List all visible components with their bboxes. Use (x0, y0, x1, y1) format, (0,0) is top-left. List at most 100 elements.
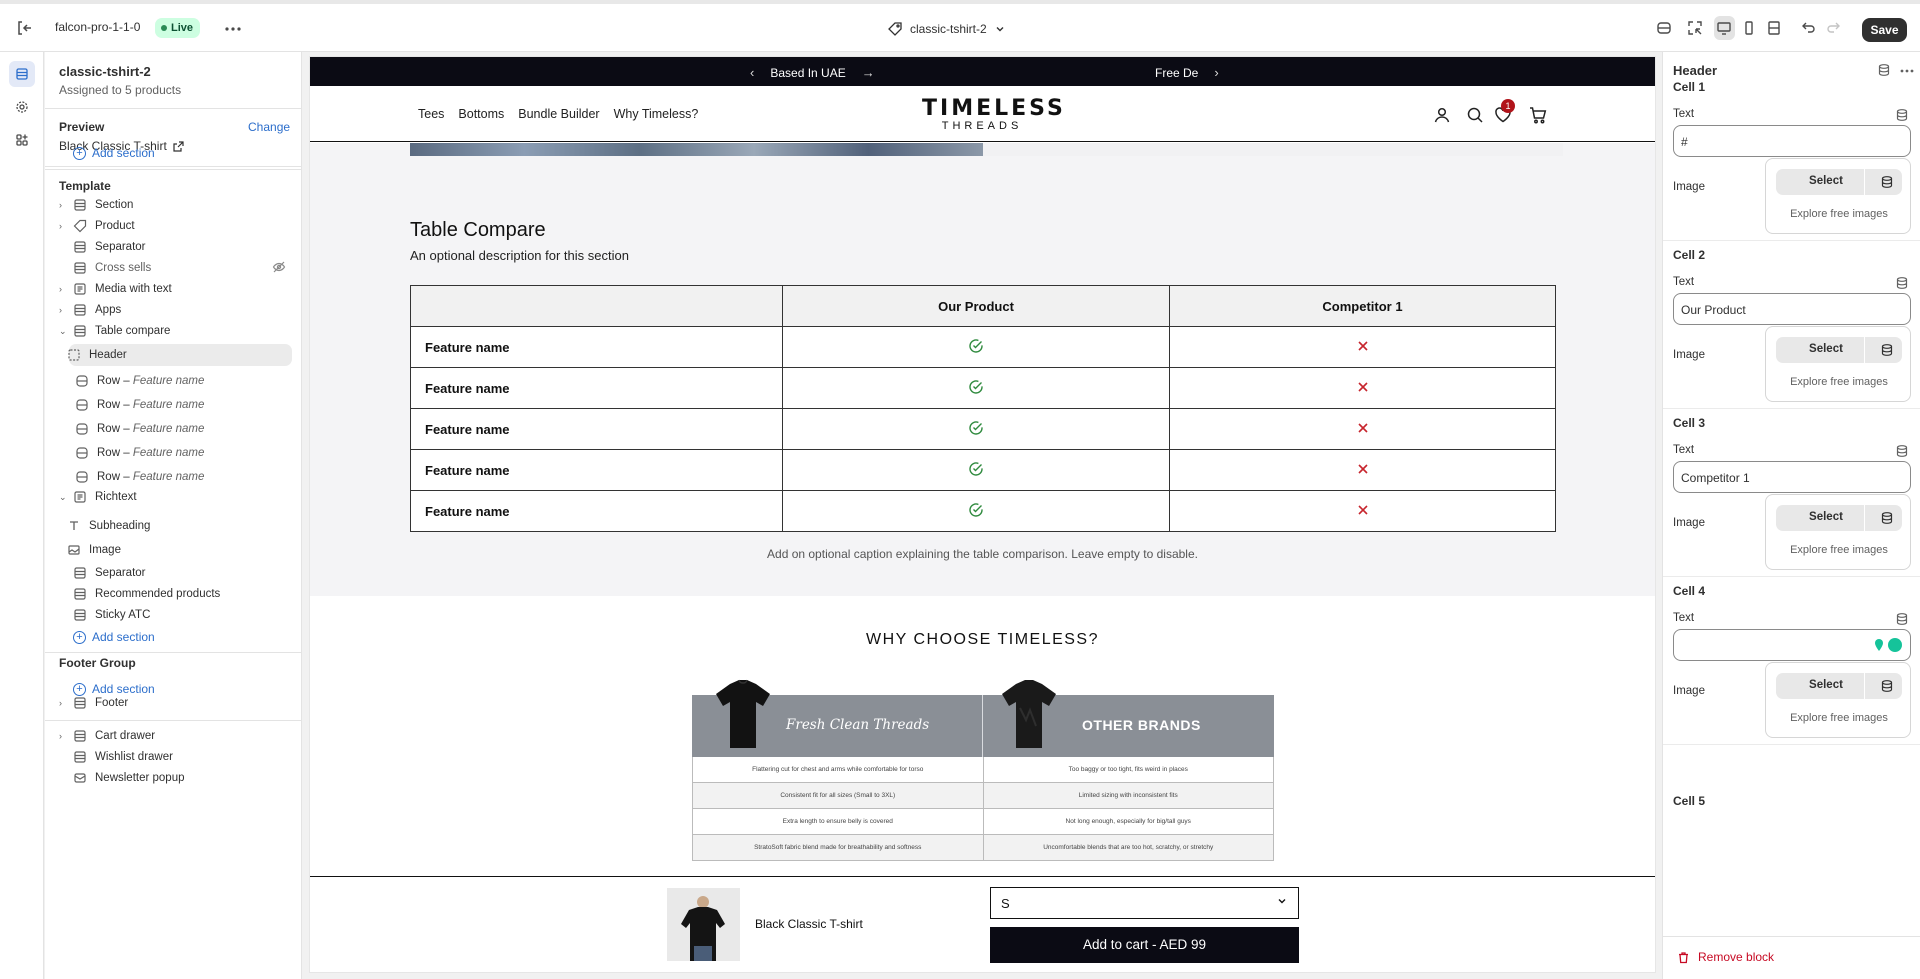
chevron-right-icon[interactable]: › (59, 731, 69, 741)
chevron-right-icon[interactable]: › (59, 305, 69, 315)
section-description: An optional description for this section (410, 248, 629, 263)
tree-item-cart-drawer[interactable]: › Cart drawer (45, 725, 301, 747)
sticky-add-to-cart: Black Classic T-shirt S Add to cart - AE… (310, 876, 1655, 972)
text-input[interactable] (1673, 629, 1911, 661)
tree-item-subheading[interactable]: Subheading (45, 515, 301, 537)
template-title: classic-tshirt-2 (59, 64, 151, 79)
tree-item-row[interactable]: Row – Feature name (45, 394, 301, 416)
store-logo[interactable]: TIMELESS THREADS (922, 96, 1063, 132)
template-selector[interactable]: classic-tshirt-2 (888, 19, 1005, 39)
tree-item-sticky-atc[interactable]: Sticky ATC (45, 604, 301, 626)
account-icon[interactable] (1432, 105, 1452, 125)
section-icon (73, 696, 87, 710)
tree-item-image[interactable]: Image (45, 539, 301, 561)
select-image-button[interactable]: Select (1776, 169, 1902, 195)
nav-link-tees[interactable]: Tees (418, 107, 444, 121)
more-actions-icon[interactable] (1899, 63, 1915, 79)
location-pin-icon[interactable] (1874, 638, 1884, 652)
top-bar: falcon-pro-1-1-0 Live classic-tshirt-2 S… (0, 0, 1920, 52)
dynamic-source-icon[interactable] (1895, 276, 1909, 290)
dynamic-source-icon[interactable] (1895, 108, 1909, 122)
section-heading: Table Compare (410, 219, 546, 241)
dynamic-source-icon[interactable] (1895, 444, 1909, 458)
exit-icon[interactable] (14, 18, 34, 38)
chevron-right-icon[interactable]: › (59, 698, 69, 708)
tree-item-richtext[interactable]: ⌄ Richtext (45, 486, 301, 508)
settings-gear-icon[interactable] (9, 94, 35, 120)
tree-item-newsletter-popup[interactable]: Newsletter popup (45, 767, 301, 789)
fullwidth-view-icon[interactable] (1763, 16, 1784, 40)
tree-item-apps[interactable]: › Apps (45, 299, 301, 321)
richtext-subheading: WHY CHOOSE TIMELESS? (865, 631, 1099, 648)
redo-icon[interactable] (1824, 18, 1844, 38)
select-image-button[interactable]: Select (1776, 337, 1902, 363)
tree-item-separator[interactable]: Separator (45, 562, 301, 584)
tree-item-row[interactable]: Row – Feature name (45, 442, 301, 464)
close-x-icon (1357, 381, 1368, 392)
text-input[interactable]: Competitor 1 (1673, 461, 1911, 493)
change-preview-link[interactable]: Change (248, 120, 290, 134)
explore-free-images-link[interactable]: Explore free images (1766, 544, 1912, 556)
database-icon[interactable] (1654, 18, 1674, 38)
chevron-right-icon[interactable]: › (59, 200, 69, 210)
tree-item-cross-sells[interactable]: Cross sells (45, 257, 301, 279)
search-icon[interactable] (1465, 105, 1485, 125)
grammarly-icon[interactable] (1888, 638, 1902, 652)
chevron-right-icon[interactable]: › (59, 221, 69, 231)
text-input[interactable]: Our Product (1673, 293, 1911, 325)
chevron-right-icon[interactable]: › (59, 284, 69, 294)
store-name[interactable]: falcon-pro-1-1-0 (55, 20, 140, 34)
text-input[interactable]: # (1673, 125, 1911, 157)
tree-item-table-compare[interactable]: ⌄ Table compare (45, 320, 301, 342)
tree-item-separator[interactable]: Separator (45, 236, 301, 258)
explore-free-images-link[interactable]: Explore free images (1766, 376, 1912, 388)
add-section-button[interactable]: + Add section (73, 146, 155, 160)
tree-item-header[interactable]: Header (45, 344, 301, 366)
chevron-right-icon[interactable]: › (1214, 65, 1218, 80)
inspect-icon[interactable] (1685, 18, 1705, 38)
mobile-view-icon[interactable] (1739, 16, 1760, 40)
explore-free-images-link[interactable]: Explore free images (1766, 208, 1912, 220)
save-button[interactable]: Save (1862, 18, 1907, 42)
chevron-down-icon[interactable]: ⌄ (59, 326, 69, 337)
select-image-button[interactable]: Select (1776, 505, 1902, 531)
nav-link-why-timeless[interactable]: Why Timeless? (614, 107, 699, 121)
tree-item-row[interactable]: Row – Feature name (45, 370, 301, 392)
tree-item-product[interactable]: › Product (45, 215, 301, 237)
tree-item-section[interactable]: › Section (45, 194, 301, 216)
tree-item-row[interactable]: Row – Feature name (45, 466, 301, 488)
tree-item-footer[interactable]: › Footer (45, 692, 301, 714)
dynamic-source-icon[interactable] (1880, 511, 1894, 525)
tree-item-row[interactable]: Row – Feature name (45, 418, 301, 440)
dynamic-source-icon[interactable] (1877, 63, 1893, 79)
apps-icon[interactable] (9, 127, 35, 153)
remove-block-button[interactable]: Remove block (1677, 950, 1774, 964)
select-image-button[interactable]: Select (1776, 673, 1902, 699)
chevron-down-icon[interactable]: ⌄ (59, 492, 69, 503)
add-to-cart-button[interactable]: Add to cart - AED 99 (990, 927, 1299, 963)
tree-item-wishlist-drawer[interactable]: Wishlist drawer (45, 746, 301, 768)
more-actions-icon[interactable] (222, 19, 244, 39)
cart-icon[interactable] (1528, 105, 1548, 125)
tree-item-recommended-products[interactable]: Recommended products (45, 583, 301, 605)
eye-hidden-icon[interactable] (272, 260, 286, 277)
nav-link-bundle-builder[interactable]: Bundle Builder (518, 107, 599, 121)
explore-free-images-link[interactable]: Explore free images (1766, 712, 1912, 724)
panel-title: Header (1673, 63, 1718, 78)
dynamic-source-icon[interactable] (1880, 679, 1894, 693)
undo-icon[interactable] (1798, 18, 1818, 38)
tree-item-media-with-text[interactable]: › Media with text (45, 278, 301, 300)
nav-link-bottoms[interactable]: Bottoms (458, 107, 504, 121)
chevron-left-icon[interactable]: ‹ (750, 65, 754, 80)
add-section-button[interactable]: + Add section (73, 630, 155, 644)
dynamic-source-icon[interactable] (1895, 612, 1909, 626)
dynamic-source-icon[interactable] (1880, 175, 1894, 189)
size-select[interactable]: S (990, 887, 1299, 919)
image-label: Image (1673, 349, 1705, 361)
dynamic-source-icon[interactable] (1880, 343, 1894, 357)
table-row: Feature name (410, 367, 1556, 409)
desktop-view-icon[interactable] (1714, 16, 1735, 40)
arrow-right-icon[interactable]: → (862, 65, 875, 80)
trash-icon (1677, 951, 1690, 964)
sections-icon[interactable] (9, 61, 35, 87)
